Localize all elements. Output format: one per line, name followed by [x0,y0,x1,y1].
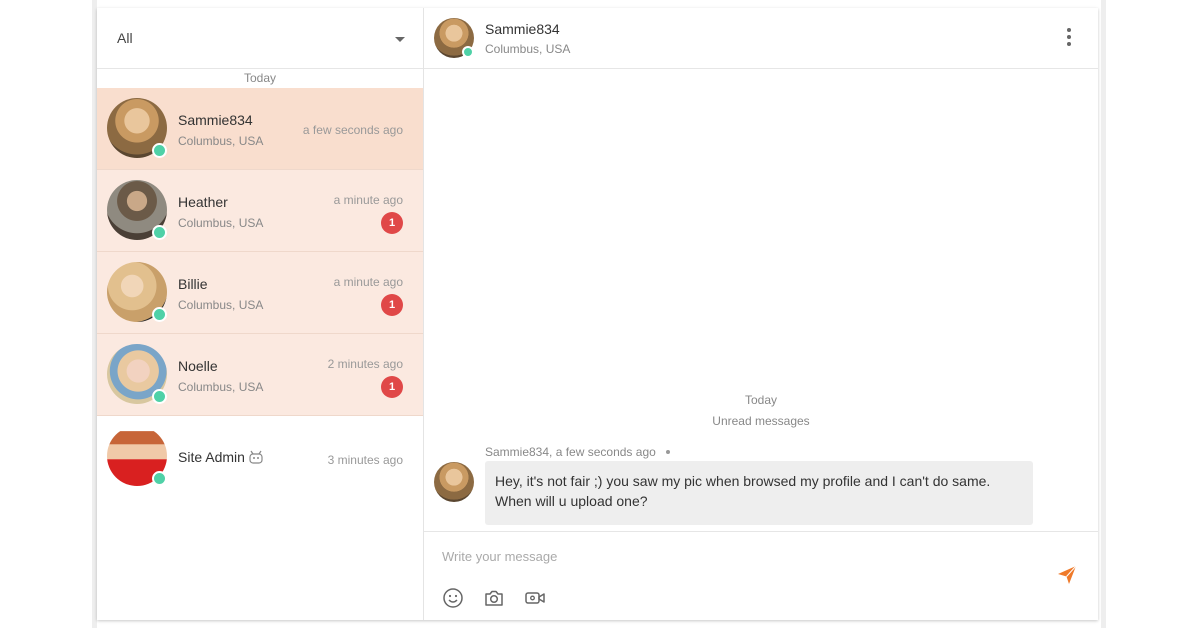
conversation-timestamp: a minute ago [333,193,403,207]
message-time: a few seconds ago [555,445,656,459]
online-status-indicator [462,46,474,58]
conversation-timestamp: a few seconds ago [302,123,403,137]
avatar [107,262,167,322]
conversation-item-heather[interactable]: Heather Columbus, USA a minute ago 1 [97,170,423,252]
more-vertical-icon[interactable] [1066,28,1072,48]
conversation-timestamp: a minute ago [333,275,403,289]
contact-location: Columbus, USA [178,380,264,394]
unread-messages-divider: Unread messages [712,414,810,428]
contact-name-text: Site Admin [178,449,245,465]
avatar [107,344,167,404]
contact-location: Columbus, USA [178,298,264,312]
chat-contact-name[interactable]: Sammie834 [485,21,560,37]
filter-label: All [117,30,133,46]
conversation-item-sammie834[interactable]: Sammie834 Columbus, USA a few seconds ag… [97,88,423,170]
message-text-line: Hey, it's not fair ;) you saw my pic whe… [495,473,991,489]
send-icon[interactable] [1056,564,1078,586]
robot-icon [249,450,263,464]
conversation-timestamp: 2 minutes ago [327,357,403,371]
contact-name: Noelle [178,358,218,374]
day-separator: Today [243,71,277,85]
conversation-sidebar: All Today Sammie834 Columbus, USA a few … [97,8,424,620]
chevron-down-icon [395,36,405,42]
message-input[interactable] [442,544,1002,568]
message-status-dot [666,450,671,454]
message-sender: Sammie834, [485,445,553,459]
unread-count-badge: 1 [381,294,403,316]
contact-name: Billie [178,276,208,292]
messenger-app: All Today Sammie834 Columbus, USA a few … [97,8,1098,620]
avatar [107,426,167,486]
unread-count-badge: 1 [381,212,403,234]
avatar[interactable] [434,18,474,58]
contact-name: Sammie834 [178,112,253,128]
message-avatar [434,462,474,502]
video-camera-icon[interactable] [524,587,546,609]
contact-location: Columbus, USA [178,216,264,230]
message-list[interactable]: Today Unread messages Sammie834, a few s… [424,69,1098,531]
message-text-line: When will u upload one? [495,493,648,509]
online-status-indicator [152,471,167,486]
day-separator: Today [744,393,778,407]
conversation-item-site-admin[interactable]: Site Admin 3 minutes ago [97,416,423,497]
camera-icon[interactable] [483,587,505,609]
avatar [107,98,167,158]
conversation-item-noelle[interactable]: Noelle Columbus, USA 2 minutes ago 1 [97,334,423,416]
contact-name: Heather [178,194,228,210]
chat-panel: Sammie834 Columbus, USA Today Unread mes… [424,8,1098,620]
online-status-indicator [152,389,167,404]
conversation-timestamp: 3 minutes ago [327,453,403,467]
page-margin-right [1101,0,1106,628]
online-status-indicator [152,307,167,322]
online-status-indicator [152,143,167,158]
unread-count-badge: 1 [381,376,403,398]
conversation-item-billie[interactable]: Billie Columbus, USA a minute ago 1 [97,252,423,334]
message-bubble: Hey, it's not fair ;) you saw my pic whe… [485,461,1033,525]
chat-header: Sammie834 Columbus, USA [424,8,1098,69]
smiley-icon[interactable] [442,587,464,609]
avatar [107,180,167,240]
chat-contact-location: Columbus, USA [485,42,571,56]
message-meta: Sammie834, a few seconds ago [485,445,671,459]
contact-name: Site Admin [178,449,264,465]
message-composer [424,531,1098,620]
contact-location: Columbus, USA [178,134,264,148]
conversation-filter-dropdown[interactable]: All [97,8,423,69]
online-status-indicator [152,225,167,240]
